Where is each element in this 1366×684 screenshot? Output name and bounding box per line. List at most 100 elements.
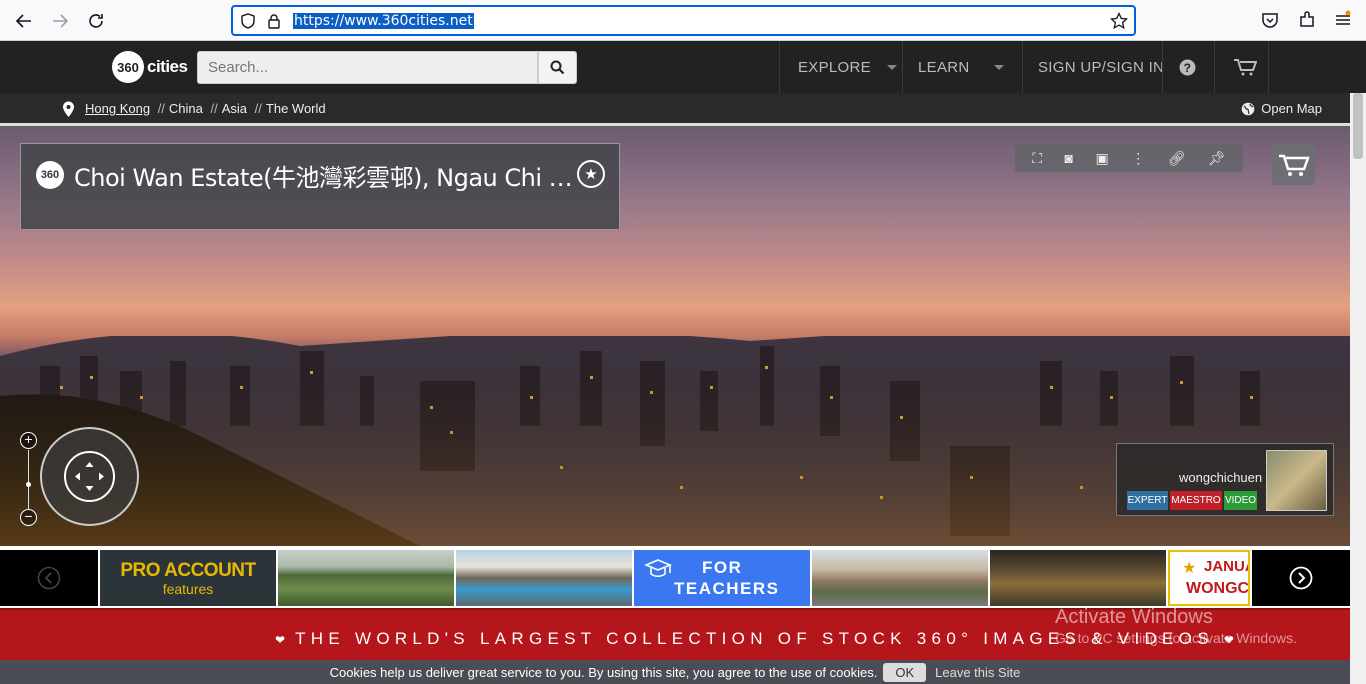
panorama-cart-button[interactable] — [1272, 144, 1315, 185]
panorama-title: Choi Wan Estate(牛池灣彩雲邨), Ngau Chi … — [74, 164, 573, 192]
badge-expert: EXPERT — [1127, 491, 1168, 510]
strip-next-button[interactable] — [1252, 550, 1350, 606]
thumb-janua[interactable]: ★ JANUA WONGC — [1168, 550, 1250, 606]
thumb-pro-account[interactable]: PRO ACCOUNT features — [100, 550, 276, 606]
janua-line1: JANUA — [1204, 558, 1248, 575]
explore-label: EXPLORE — [798, 58, 871, 76]
graduation-cap-icon — [644, 559, 672, 578]
logo-text: cities — [147, 57, 188, 76]
search-icon — [550, 60, 565, 75]
cart-icon — [1234, 59, 1257, 76]
watermark-sub: Go to PC settings to activate Windows. — [1055, 630, 1297, 646]
zoom-out-button[interactable]: − — [20, 509, 37, 526]
breadcrumb-asia[interactable]: Asia — [222, 101, 247, 116]
help-button[interactable]: ? — [1179, 41, 1196, 93]
chevron-down-icon: ❤︎ — [275, 633, 286, 647]
scrollbar-thumb[interactable] — [1353, 93, 1363, 159]
cookie-bar: Cookies help us deliver great service to… — [0, 660, 1350, 684]
cookie-ok-button[interactable]: OK — [883, 662, 927, 682]
zoom-in-button[interactable]: + — [20, 432, 37, 449]
leave-site-link[interactable]: Leave this Site — [935, 665, 1020, 680]
arrows-icon — [75, 462, 104, 491]
zoom-slider[interactable] — [28, 450, 29, 510]
teachers-line2: TEACHERS — [674, 579, 780, 598]
pin-icon[interactable]: 📌︎ — [1208, 150, 1226, 167]
cookie-text: Cookies help us deliver great service to… — [329, 664, 878, 680]
thumb-rice-field[interactable] — [278, 550, 454, 606]
location-pin-icon — [63, 101, 74, 117]
author-name[interactable]: wongchichuen — [1179, 470, 1262, 485]
panorama-toolbar: ⛶ ◙ ▣ ⋮ 🔗︎ 📌︎ — [1015, 144, 1243, 172]
chevron-down-icon — [993, 64, 1004, 70]
site-logo[interactable]: 360 cities — [112, 51, 188, 83]
shield-icon[interactable] — [239, 12, 257, 30]
breadcrumb-china[interactable]: China — [169, 101, 203, 116]
search-button[interactable] — [538, 51, 577, 84]
pro-account-title: PRO ACCOUNT — [120, 560, 256, 581]
link-icon[interactable]: 🔗︎ — [1168, 150, 1186, 167]
fullscreen-icon[interactable]: ⛶ — [1032, 150, 1042, 167]
thumb-street[interactable] — [812, 550, 988, 606]
vr-icon[interactable]: ◙ — [1065, 150, 1073, 166]
breadcrumb-separator: // — [254, 101, 262, 116]
help-icon: ? — [1179, 59, 1196, 75]
windows-watermark: Activate Windows Go to PC settings to ac… — [1055, 606, 1297, 646]
breadcrumb-hong-kong[interactable]: Hong Kong — [85, 101, 150, 116]
svg-text:?: ? — [1184, 61, 1192, 75]
panorama-viewer[interactable]: 360 Choi Wan Estate(牛池灣彩雲邨), Ngau Chi … … — [0, 126, 1350, 546]
search-input[interactable] — [197, 51, 538, 84]
open-map-label: Open Map — [1261, 101, 1322, 116]
lock-icon[interactable] — [265, 12, 283, 30]
menu-icon[interactable] — [1333, 10, 1353, 30]
thumb-for-teachers[interactable]: FOR TEACHERS — [634, 550, 810, 606]
breadcrumb-separator: // — [157, 101, 165, 116]
chevron-right-icon — [1289, 566, 1313, 590]
page-scrollbar[interactable] — [1350, 93, 1366, 684]
pro-account-sub: features — [162, 581, 214, 597]
avatar[interactable] — [1266, 450, 1327, 511]
more-icon[interactable]: ⋮ — [1131, 150, 1145, 167]
breadcrumb: Hong Kong // China // Asia // The World Ope… — [0, 93, 1350, 132]
extensions-icon[interactable] — [1297, 10, 1317, 30]
url-text[interactable]: https://www.360cities.net — [293, 13, 474, 29]
navigation-wheel[interactable] — [40, 427, 139, 526]
star-icon: ★ — [584, 166, 598, 183]
teachers-line1: FOR — [702, 558, 743, 577]
cart-icon — [1278, 154, 1310, 176]
panorama-title-panel: 360 Choi Wan Estate(牛池灣彩雲邨), Ngau Chi … … — [20, 143, 620, 230]
learn-menu[interactable]: LEARN — [918, 41, 1004, 93]
chevron-down-icon — [886, 64, 897, 70]
globe-icon — [1241, 102, 1255, 115]
learn-label: LEARN — [918, 58, 970, 76]
bookmark-star-icon[interactable] — [1110, 12, 1128, 30]
back-icon[interactable] — [11, 8, 37, 34]
url-bar[interactable]: https://www.360cities.net — [231, 5, 1136, 36]
breadcrumb-separator: // — [210, 101, 218, 116]
thumb-market[interactable] — [990, 550, 1166, 606]
star-icon: ★ — [1182, 560, 1197, 577]
site-header: 360 cities EXPLORE LEARN SIGN UP/SIGN IN… — [0, 41, 1366, 93]
chevron-left-icon — [37, 566, 61, 590]
image-icon[interactable]: ▣ — [1095, 150, 1108, 167]
breadcrumb-world[interactable]: The World — [266, 101, 326, 116]
signin-link[interactable]: SIGN UP/SIGN IN — [1038, 41, 1164, 93]
thumb-pool[interactable] — [456, 550, 632, 606]
badge-video: VIDEO — [1224, 491, 1257, 510]
title-360-badge: 360 — [36, 161, 64, 189]
browser-toolbar: https://www.360cities.net — [0, 0, 1366, 41]
author-card[interactable]: wongchichuen EXPERT MAESTRO VIDEO — [1116, 443, 1334, 516]
pocket-icon[interactable] — [1260, 10, 1280, 30]
nav-center[interactable] — [64, 451, 115, 502]
janua-line2: WONGC — [1186, 580, 1250, 597]
cart-button[interactable] — [1233, 41, 1257, 93]
explore-menu[interactable]: EXPLORE — [798, 41, 897, 93]
logo-mark: 360 — [112, 51, 144, 83]
forward-icon[interactable] — [47, 8, 73, 34]
watermark-title: Activate Windows — [1055, 606, 1213, 628]
open-map-link[interactable]: Open Map — [1241, 101, 1322, 116]
zoom-handle[interactable] — [26, 482, 31, 487]
thumbnail-strip: PRO ACCOUNT features FOR TEACHERS ★ JANU… — [0, 546, 1350, 608]
favorite-button[interactable]: ★ — [577, 160, 605, 188]
reload-icon[interactable] — [83, 8, 109, 34]
strip-prev-button[interactable] — [0, 550, 98, 606]
